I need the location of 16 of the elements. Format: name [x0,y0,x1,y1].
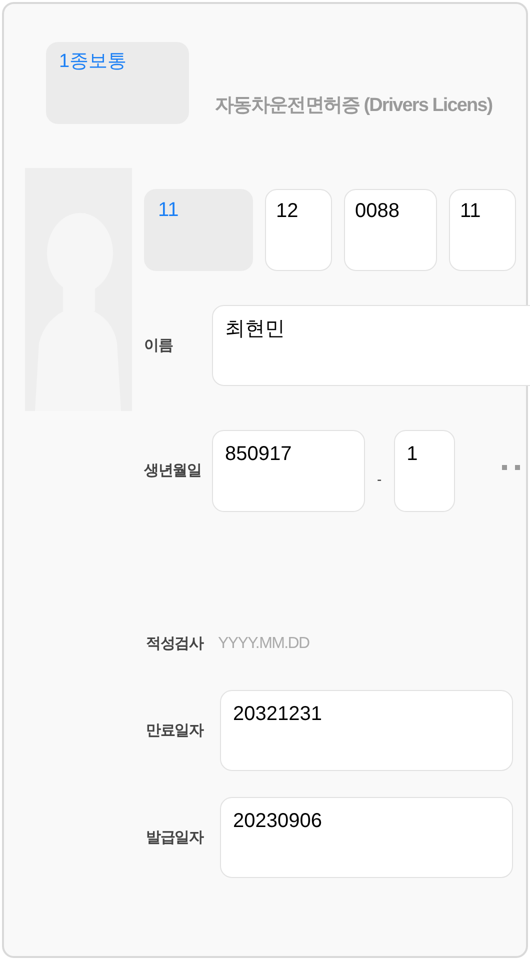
input-field[interactable]: 최현민 [212,305,530,386]
license-title: 자동차운전면허증 (Drivers Licens) [215,94,492,118]
input-field[interactable]: 1 [394,430,455,512]
field-label: 이름 [144,336,172,354]
input-field[interactable]: 20321231 [220,690,513,771]
separator: - [377,470,382,488]
masked-digits-icon [502,464,520,470]
field-label: 발급일자 [146,828,203,846]
field-label: 적성검사 [146,635,203,652]
input-field[interactable]: 11 [449,189,516,271]
field-label: 만료일자 [146,722,203,738]
input-field[interactable]: 20230906 [220,797,513,878]
input-field[interactable]: 12 [265,189,332,271]
input-field[interactable]: 850917 [212,430,365,512]
input-field[interactable]: 0088 [344,189,437,271]
field-label: 생년월일 [144,462,201,479]
